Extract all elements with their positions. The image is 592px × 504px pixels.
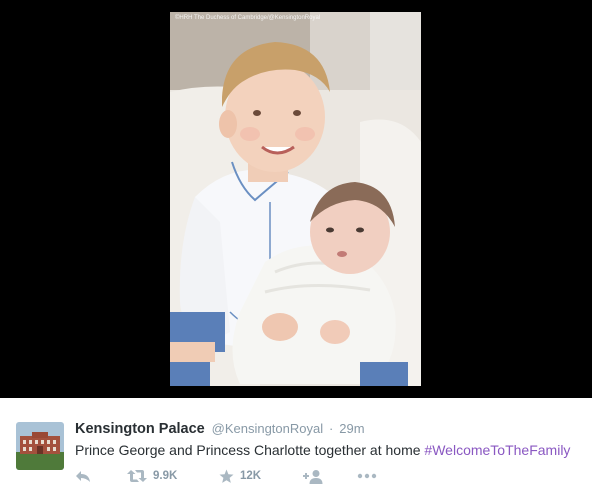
tweet-timestamp[interactable]: 29m: [339, 421, 364, 436]
hashtag-link[interactable]: #WelcomeToTheFamily: [424, 442, 570, 458]
follow-button[interactable]: [303, 468, 323, 484]
star-icon: [219, 469, 234, 483]
more-dots-icon: [357, 473, 377, 479]
tweet-actions: 9.9K 12K: [75, 468, 395, 484]
avatar[interactable]: [16, 422, 64, 470]
retweet-count: 9.9K: [153, 470, 178, 482]
tweet-text: Prince George and Princess Charlotte tog…: [75, 441, 570, 459]
tweet: Kensington Palace @KensingtonRoyal · 29m…: [0, 398, 592, 504]
display-name[interactable]: Kensington Palace: [75, 421, 205, 437]
user-handle[interactable]: @KensingtonRoyal: [212, 421, 323, 436]
follow-user-icon: [303, 469, 323, 484]
tweet-photo[interactable]: ©HRH The Duchess of Cambridge/@Kensingto…: [170, 12, 421, 386]
favorite-button[interactable]: 12K: [219, 468, 261, 484]
more-button[interactable]: [357, 468, 377, 484]
tweet-header: Kensington Palace @KensingtonRoyal · 29m: [75, 420, 365, 438]
retweet-icon: [127, 470, 147, 482]
tweet-body-text: Prince George and Princess Charlotte tog…: [75, 442, 425, 458]
kensington-palace-avatar-image: [16, 422, 64, 470]
photo-illustration: [170, 12, 421, 386]
retweet-button[interactable]: 9.9K: [127, 468, 177, 484]
favorite-count: 12K: [240, 470, 262, 482]
photo-credit: ©HRH The Duchess of Cambridge/@Kensingto…: [175, 15, 321, 21]
media-viewer: ©HRH The Duchess of Cambridge/@Kensingto…: [0, 0, 592, 398]
reply-icon: [76, 471, 90, 482]
reply-button[interactable]: [75, 468, 91, 484]
header-separator: ·: [329, 421, 334, 436]
